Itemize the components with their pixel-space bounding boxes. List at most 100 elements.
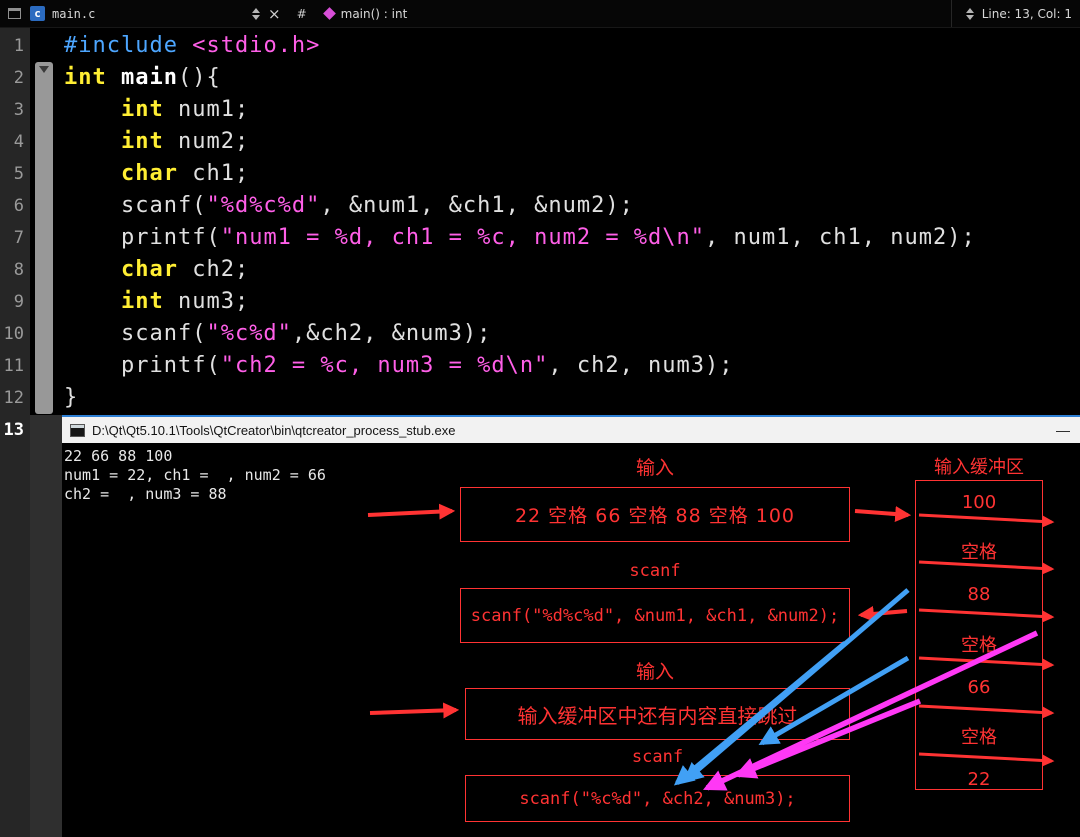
editor-topbar: c main.c × # main() : int Line: 13, Col:… — [0, 0, 1080, 28]
line-number: 3 — [13, 100, 24, 120]
line-number: 5 — [13, 164, 24, 184]
code-token: int — [120, 289, 164, 314]
symbol-hash-label: # — [296, 6, 307, 21]
code-token: (){ — [177, 65, 221, 90]
code-token: printf( — [64, 353, 221, 378]
console-output: 22 66 88 100 num1 = 22, ch1 = , num2 = 66… — [64, 447, 326, 504]
line-number: 6 — [13, 196, 24, 216]
buffer-item: 88 — [967, 584, 991, 606]
input-buffer-label: 输入缓冲区 — [934, 457, 1024, 478]
input-data-box: 22 空格 66 空格 88 空格 100 — [460, 487, 850, 542]
code-token: <stdio.h> — [192, 33, 321, 58]
scanf-label-1: scanf — [629, 561, 681, 581]
console-title: D:\Qt\Qt5.10.1\Tools\QtCreator\bin\qtcre… — [92, 422, 456, 438]
split-window-icon[interactable] — [8, 8, 21, 19]
code-line: int num3; — [64, 286, 1080, 318]
code-token: } — [64, 385, 79, 410]
code-token: , ch2, num3); — [548, 353, 734, 378]
code-area[interactable]: #include <stdio.h> int main(){ int num1; … — [64, 30, 1080, 446]
scanf-box-1: scanf("%d%c%d", &num1, &ch1, &num2); — [460, 588, 850, 643]
code-line: printf("ch2 = %c, num3 = %d\n", ch2, num… — [64, 350, 1080, 382]
function-selector-label: main() : int — [340, 6, 408, 21]
code-token: char — [120, 257, 178, 282]
input-label-2: 输入 — [635, 661, 674, 683]
code-token: ,&ch2, &num3); — [291, 321, 492, 346]
code-token: char — [120, 161, 178, 186]
arrow-buffer-to-scanf1 — [857, 605, 908, 622]
input-buffer-box: 100 空格 88 空格 66 空格 22 — [915, 480, 1043, 790]
code-token: #include — [64, 33, 193, 58]
code-token: , &num1, &ch1, &num2); — [320, 193, 634, 218]
code-token: "ch2 = %c, num3 = %d\n" — [220, 353, 549, 378]
buffer-item: 空格 — [961, 727, 997, 748]
code-token: int — [64, 65, 107, 90]
function-diamond-icon — [322, 7, 336, 20]
input-label-1: 输入 — [635, 457, 674, 479]
code-token: int — [120, 97, 164, 122]
code-line: printf("num1 = %d, ch1 = %c, num2 = %d\n… — [64, 222, 1080, 254]
open-file-name[interactable]: main.c — [52, 7, 244, 21]
code-line: scanf("%d%c%d", &num1, &ch1, &num2); — [64, 190, 1080, 222]
file-selector-arrows-icon[interactable] — [252, 7, 260, 20]
line-number: 7 — [13, 228, 24, 248]
arrow-to-input-box — [367, 503, 456, 520]
line-number: 10 — [3, 324, 24, 344]
code-token: printf( — [64, 225, 221, 250]
code-token: "%c%d" — [206, 321, 292, 346]
code-token: , num1, ch1, num2); — [705, 225, 976, 250]
code-token: main — [121, 65, 178, 90]
fold-margin-extension — [30, 415, 62, 837]
cursor-position: Line: 13, Col: 1 — [981, 6, 1072, 21]
line-number-gutter: 1 2 3 4 5 6 7 8 9 10 11 12 13 — [0, 28, 30, 837]
code-token: num1; — [163, 97, 250, 122]
code-token: "num1 = %d, ch1 = %c, num2 = %d\n" — [220, 225, 706, 250]
buffer-item: 空格 — [961, 542, 997, 564]
scanf-box-2: scanf("%c%d", &ch2, &num3); — [465, 775, 850, 822]
line-number: 12 — [3, 388, 24, 408]
code-token: "%d%c%d" — [206, 193, 321, 218]
console-app-icon — [70, 423, 85, 437]
line-number: 11 — [3, 356, 24, 376]
code-token: num2; — [163, 129, 250, 154]
line-number: 13 — [3, 420, 24, 440]
qt-creator-window: c main.c × # main() : int Line: 13, Col:… — [0, 0, 1080, 837]
line-number: 4 — [13, 132, 24, 152]
fold-bar[interactable] — [35, 62, 53, 414]
line-number: 9 — [13, 292, 24, 312]
arrow-to-skip-box — [369, 702, 460, 719]
code-line: int num1; — [64, 94, 1080, 126]
code-line: scanf("%c%d",&ch2, &num3); — [64, 318, 1080, 350]
line-number: 2 — [13, 68, 24, 88]
c-file-icon: c — [30, 6, 45, 21]
fold-collapse-icon[interactable] — [39, 66, 49, 73]
line-number: 1 — [13, 36, 24, 56]
cursor-position-arrows-icon[interactable] — [965, 7, 974, 20]
function-selector[interactable]: main() : int — [322, 6, 408, 21]
cursor-position-group: Line: 13, Col: 1 — [950, 0, 1072, 27]
code-line: } — [64, 382, 1080, 414]
scanf-label-2: scanf — [631, 747, 684, 767]
console-window[interactable]: D:\Qt\Qt5.10.1\Tools\QtCreator\bin\qtcre… — [62, 415, 1080, 837]
buffer-item: 100 — [961, 492, 997, 513]
console-body: 22 66 88 100 num1 = 22, ch1 = , num2 = 66… — [62, 443, 1080, 837]
buffer-item: 空格 — [961, 634, 997, 656]
code-token: scanf( — [64, 321, 207, 346]
code-line: int num2; — [64, 126, 1080, 158]
code-line: char ch2; — [64, 254, 1080, 286]
console-output-line: num1 = 22, ch1 = , num2 = 66 — [64, 466, 326, 484]
code-token: ch1; — [177, 161, 250, 186]
code-token: num3; — [163, 289, 250, 314]
minimize-button[interactable]: — — [1056, 422, 1070, 438]
console-titlebar[interactable]: D:\Qt\Qt5.10.1\Tools\QtCreator\bin\qtcre… — [62, 417, 1080, 443]
code-token: scanf( — [64, 193, 207, 218]
buffer-item: 66 — [967, 676, 991, 698]
close-file-button[interactable]: × — [268, 5, 281, 23]
console-output-line: ch2 = , num3 = 88 — [64, 485, 227, 503]
console-output-line: 22 66 88 100 — [64, 447, 173, 465]
